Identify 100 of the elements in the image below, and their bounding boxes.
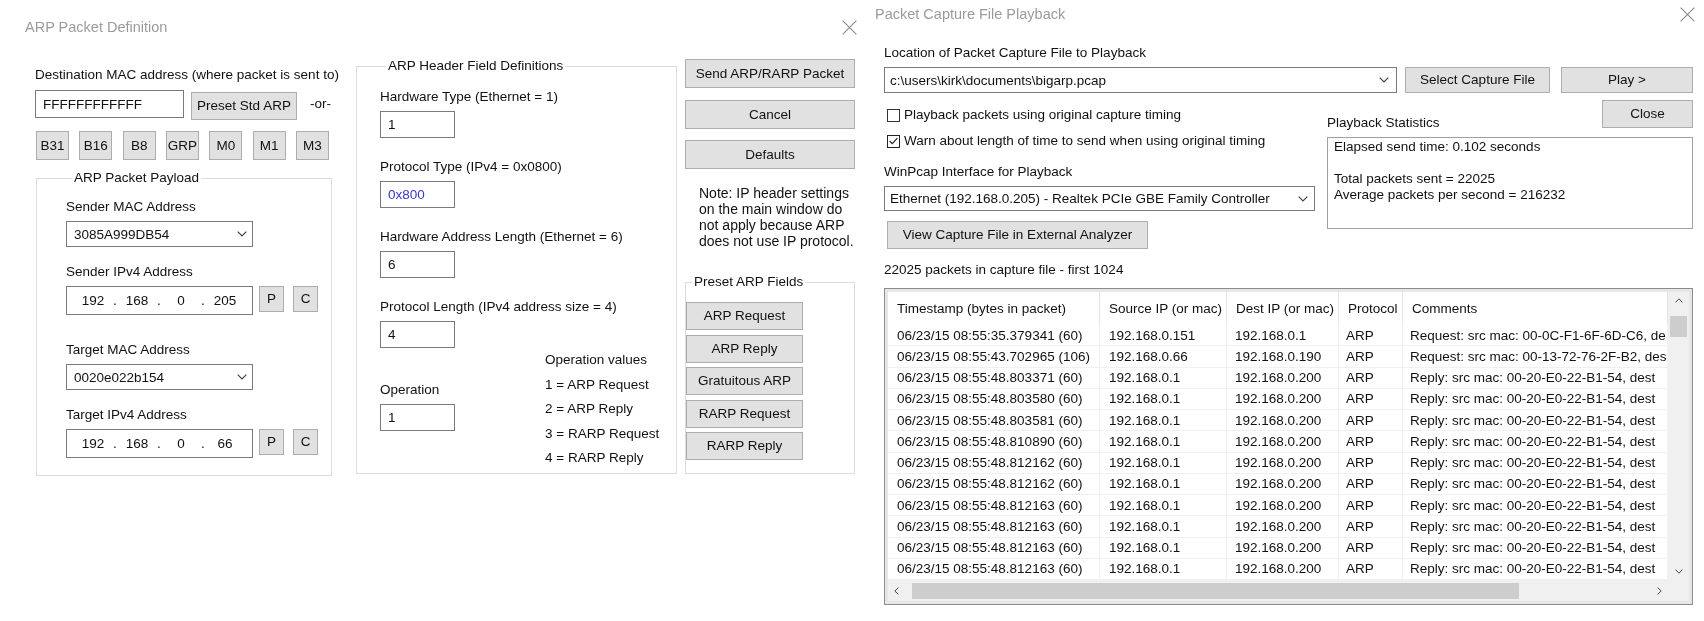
table-cell: 192.168.0.200 bbox=[1227, 367, 1339, 389]
ip-option-button[interactable]: P bbox=[259, 286, 284, 312]
close-icon[interactable] bbox=[1680, 7, 1695, 22]
table-cell: 192.168.0.1 bbox=[1100, 537, 1227, 559]
ip-address-field[interactable]: 192 . 168 . 0 . 205 bbox=[66, 286, 253, 315]
chevron-down-icon[interactable] bbox=[1674, 569, 1683, 574]
chevron-right-icon[interactable] bbox=[1657, 586, 1662, 595]
preset-arp-button[interactable]: RARP Reply bbox=[686, 432, 803, 460]
field-label: Destination MAC address (where packet is sent to) bbox=[35, 67, 339, 83]
table-cell: 192.168.0.151 bbox=[1100, 325, 1227, 347]
defaults-button[interactable]: Defaults bbox=[685, 140, 855, 169]
mac-preset-button[interactable]: M3 bbox=[295, 131, 329, 160]
scrollbar-thumb[interactable] bbox=[912, 582, 1519, 599]
mac-address-field[interactable]: FFFFFFFFFFFF bbox=[35, 90, 184, 118]
table-cell: 06/23/15 08:55:48.812162 (60) bbox=[888, 473, 1100, 495]
chevron-down-icon bbox=[237, 231, 247, 237]
chevron-up-icon[interactable] bbox=[1674, 298, 1683, 303]
field-label: Sender IPv4 Address bbox=[66, 264, 193, 280]
table-cell: 192.168.0.66 bbox=[1100, 346, 1227, 368]
checkbox-label[interactable]: Warn about length of time to send when using original timing bbox=[904, 133, 1266, 149]
checkbox[interactable] bbox=[887, 134, 900, 148]
table-cell: Reply: src mac: 00-20-E0-22-B1-54, dest bbox=[1403, 410, 1668, 432]
table-cell: Reply: src mac: 00-20-E0-22-B1-54, dest bbox=[1403, 537, 1668, 559]
mac-preset-button[interactable]: M0 bbox=[209, 131, 243, 160]
preset-arp-button[interactable]: ARP Request bbox=[686, 302, 803, 330]
value-field[interactable]: 0x800 bbox=[380, 181, 455, 208]
cancel-button[interactable]: Cancel bbox=[685, 100, 855, 129]
mac-preset-button[interactable]: GRP bbox=[166, 131, 199, 160]
vertical-scrollbar[interactable] bbox=[1668, 292, 1689, 580]
table-cell: 06/23/15 08:55:48.810890 (60) bbox=[888, 431, 1100, 453]
interface-dropdown[interactable]: Ethernet (192.168.0.205) - Realtek PCIe GBE Family Controller bbox=[884, 186, 1315, 211]
operation-values-title: Operation values bbox=[545, 351, 649, 369]
group-title: ARP Header Field Definitions bbox=[387, 58, 565, 74]
mac-address-dropdown[interactable]: 0020e022b154 bbox=[66, 364, 253, 390]
group-title: Preset ARP Fields bbox=[693, 274, 805, 290]
analyzer-button[interactable]: View Capture File in External Analyzer bbox=[887, 221, 1148, 249]
value-field[interactable]: 6 bbox=[380, 251, 455, 278]
preset-arp-button[interactable]: ARP Reply bbox=[686, 334, 803, 363]
table-cell: 06/23/15 08:55:48.803580 (60) bbox=[888, 388, 1100, 410]
statistics-line: Average packets per second = 216232 bbox=[1334, 187, 1566, 203]
checkbox[interactable] bbox=[887, 108, 900, 122]
table-cell: Request: src mac: 00-0C-F1-6F-6D-C6, de bbox=[1403, 325, 1668, 347]
window-title: ARP Packet Definition bbox=[25, 19, 168, 35]
preset-arp-button[interactable]: RARP Request bbox=[686, 399, 803, 428]
table-cell: ARP bbox=[1339, 431, 1403, 453]
mac-preset-button[interactable]: B16 bbox=[79, 131, 113, 160]
table-cell: 192.168.0.1 bbox=[1100, 431, 1227, 453]
table-cell: 192.168.0.1 bbox=[1100, 473, 1227, 495]
table-cell: ARP bbox=[1339, 516, 1403, 538]
field-label: Target IPv4 Address bbox=[66, 407, 187, 423]
chevron-down-icon bbox=[1379, 77, 1389, 83]
table-cell: ARP bbox=[1339, 388, 1403, 410]
close-button[interactable]: Close bbox=[1602, 100, 1693, 128]
chevron-down-icon bbox=[1298, 195, 1308, 202]
table-cell: 192.168.0.200 bbox=[1227, 537, 1339, 559]
operation-field[interactable]: 1 bbox=[380, 404, 455, 431]
mac-preset-button[interactable]: M1 bbox=[252, 131, 286, 160]
horizontal-scrollbar[interactable] bbox=[888, 580, 1668, 601]
ip-option-button[interactable]: C bbox=[293, 429, 318, 455]
table-cell: Reply: src mac: 00-20-E0-22-B1-54, dest bbox=[1403, 431, 1668, 453]
mac-address-dropdown[interactable]: 3085A999DB54 bbox=[66, 221, 253, 247]
table-cell: 06/23/15 08:55:35.379341 (60) bbox=[888, 325, 1100, 347]
ip-option-button[interactable]: C bbox=[293, 286, 318, 312]
value-field[interactable]: 4 bbox=[380, 321, 455, 348]
file-path-dropdown[interactable]: c:\users\kirk\documents\bigarp.pcap bbox=[884, 67, 1397, 93]
field-label: Target MAC Address bbox=[66, 342, 190, 358]
table-cell: ARP bbox=[1339, 452, 1403, 474]
check-icon bbox=[889, 137, 898, 145]
table-cell: 192.168.0.1 bbox=[1100, 388, 1227, 410]
send-button[interactable]: Send ARP/RARP Packet bbox=[685, 59, 855, 88]
mac-preset-button[interactable]: B8 bbox=[122, 131, 156, 160]
field-label: WinPcap Interface for Playback bbox=[884, 164, 1073, 180]
note-text: Note: IP header settings on the main window do not apply because ARP does not use IP protocol. bbox=[699, 185, 855, 249]
ip-address-field[interactable]: 192 . 168 . 0 . 66 bbox=[66, 429, 253, 458]
preset-std-button[interactable]: Preset Std ARP bbox=[191, 92, 297, 120]
statistics-line: Elapsed send time: 0.102 seconds bbox=[1334, 139, 1541, 155]
table-cell: 192.168.0.1 bbox=[1100, 516, 1227, 538]
preset-arp-button[interactable]: Gratuitous ARP bbox=[686, 367, 803, 395]
chevron-left-icon[interactable] bbox=[894, 586, 899, 595]
table-cell: 192.168.0.200 bbox=[1227, 452, 1339, 474]
table-cell: 192.168.0.200 bbox=[1227, 495, 1339, 517]
close-icon[interactable] bbox=[842, 20, 857, 35]
ip-option-button[interactable]: P bbox=[259, 429, 284, 455]
statistics-label: Playback Statistics bbox=[1327, 115, 1440, 131]
operation-value-text: 2 = ARP Reply bbox=[545, 400, 634, 418]
or-text: -or- bbox=[310, 96, 331, 112]
table-cell: Reply: src mac: 00-20-E0-22-B1-54, dest bbox=[1403, 516, 1668, 538]
table-cell: 192.168.0.1 bbox=[1100, 452, 1227, 474]
field-label: Hardware Address Length (Ethernet = 6) bbox=[380, 229, 623, 245]
value-field[interactable]: 1 bbox=[380, 111, 455, 138]
checkbox-label[interactable]: Playback packets using original capture timing bbox=[904, 107, 1181, 123]
select-file-button[interactable]: Select Capture File bbox=[1405, 67, 1550, 93]
statistics-line: Total packets sent = 22025 bbox=[1334, 171, 1495, 187]
field-label: Operation bbox=[380, 382, 440, 398]
operation-value-text: 3 = RARP Request bbox=[545, 424, 660, 443]
chevron-down-icon bbox=[237, 374, 247, 380]
table-cell: Request: src mac: 00-13-72-76-2F-B2, des bbox=[1403, 346, 1668, 368]
scrollbar-thumb[interactable] bbox=[1670, 316, 1687, 337]
mac-preset-button[interactable]: B31 bbox=[36, 131, 69, 160]
play-button[interactable]: Play > bbox=[1561, 67, 1693, 93]
